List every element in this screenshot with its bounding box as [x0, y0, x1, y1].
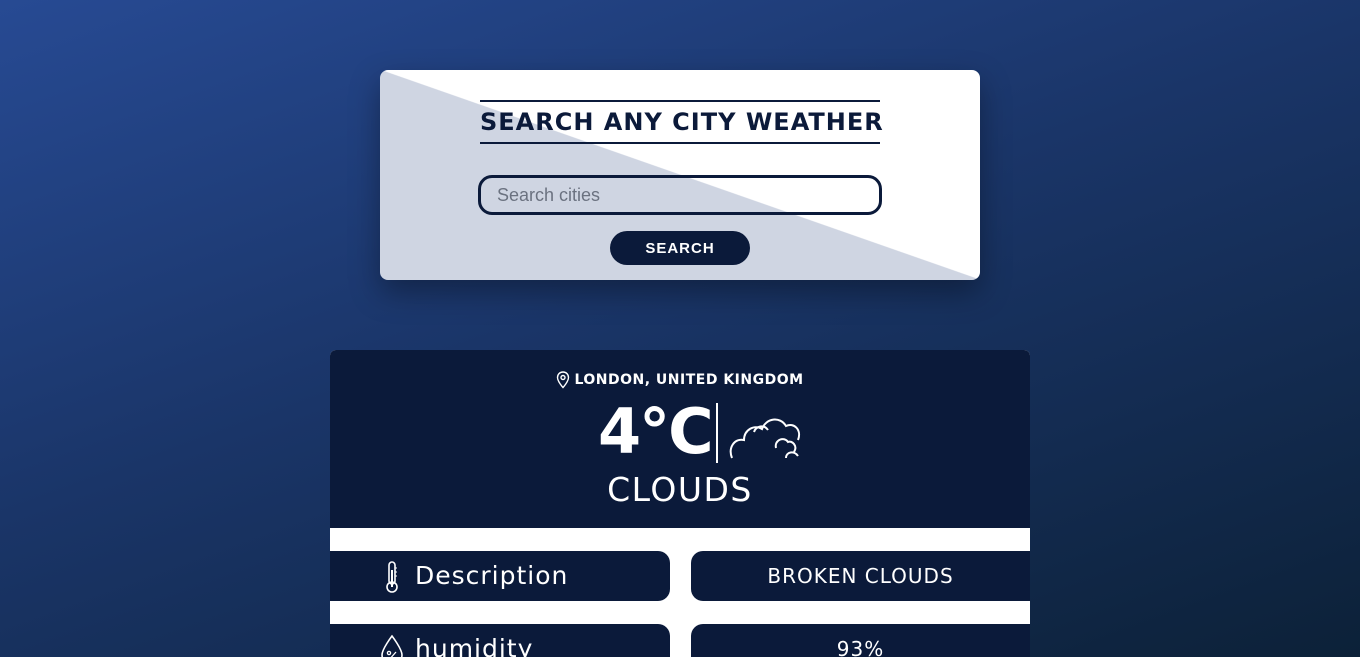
search-input[interactable]: [478, 175, 882, 215]
search-title: SEARCH ANY CITY WEATHER: [480, 100, 883, 144]
temperature: 4°C: [598, 395, 714, 468]
location-text: LONDON, UNITED KINGDOM: [574, 372, 804, 388]
detail-value-description: BROKEN CLOUDS: [691, 551, 1030, 601]
location-pin-icon: [557, 371, 570, 389]
detail-label-humidity: humidity: [330, 624, 670, 657]
humidity-icon: [381, 634, 403, 657]
location: LONDON, UNITED KINGDOM: [330, 370, 1030, 390]
detail-label-description: Description: [330, 551, 670, 601]
weather-condition: CLOUDS: [607, 470, 753, 509]
temperature-divider: [716, 403, 718, 463]
weather-header: LONDON, UNITED KINGDOM 4°C CLOUDS: [330, 350, 1030, 528]
thermometer-icon: [386, 561, 398, 593]
detail-label: humidity: [415, 634, 534, 657]
detail-value-humidity: 93%: [691, 624, 1030, 657]
weather-card: LONDON, UNITED KINGDOM 4°C CLOUDS Descri…: [330, 350, 1030, 657]
clouds-icon: [729, 418, 800, 459]
search-card: SEARCH ANY CITY WEATHER SEARCH: [380, 70, 980, 280]
detail-label: Description: [415, 561, 569, 590]
search-button[interactable]: SEARCH: [610, 231, 750, 265]
